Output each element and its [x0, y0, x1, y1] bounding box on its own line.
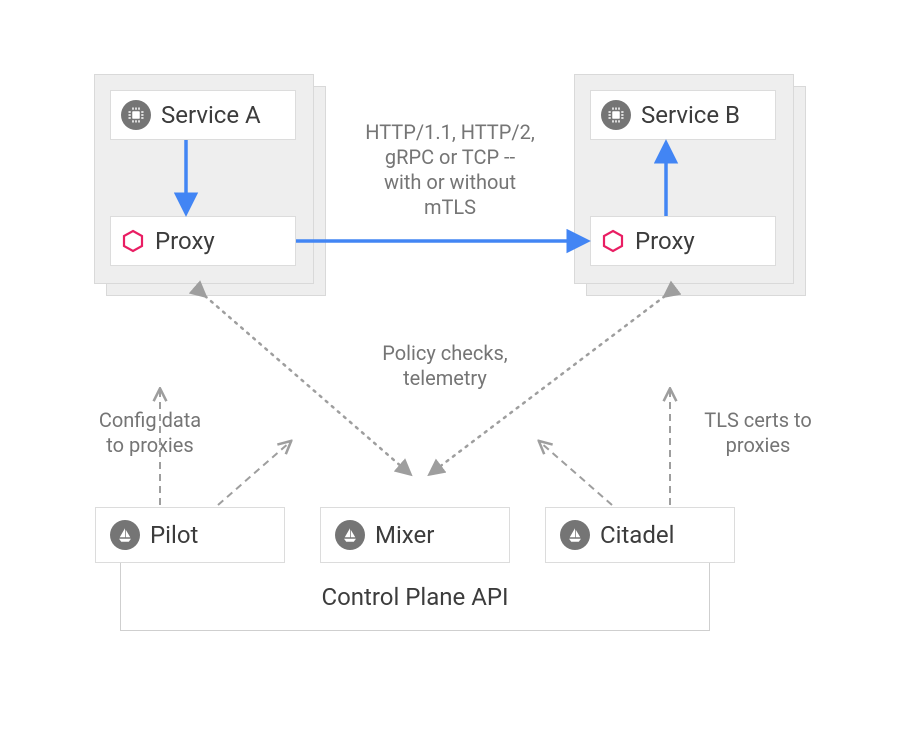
mixer-box: Mixer: [320, 507, 510, 563]
policy-line: Policy checks,: [382, 341, 507, 365]
service-b-box: Service B: [590, 90, 776, 140]
tls-line: TLS certs to: [704, 408, 811, 432]
protocols-line: mTLS: [424, 195, 476, 219]
citadel-box: Citadel: [545, 507, 735, 563]
sail-icon: [560, 520, 590, 550]
pilot-box: Pilot: [95, 507, 285, 563]
hexagon-icon: [121, 229, 145, 253]
proxy-a-label: Proxy: [155, 227, 215, 255]
protocols-line: HTTP/1.1, HTTP/2,: [365, 120, 535, 144]
chip-icon: [121, 100, 151, 130]
citadel-label: Citadel: [600, 521, 674, 549]
control-plane-api-label: Control Plane API: [321, 583, 508, 611]
policy-line: telemetry: [403, 366, 487, 390]
mixer-label: Mixer: [375, 521, 434, 549]
arrow-citadel-proxya: [540, 442, 612, 505]
protocols-annotation: HTTP/1.1, HTTP/2, gRPC or TCP -- with or…: [350, 120, 550, 220]
service-b-label: Service B: [641, 101, 740, 129]
pilot-label: Pilot: [150, 521, 198, 549]
service-a-label: Service A: [161, 101, 261, 129]
sail-icon: [335, 520, 365, 550]
arrow-pilot-proxyb: [218, 442, 290, 505]
sail-icon: [110, 520, 140, 550]
diagram-stage: Service A Proxy Service B: [0, 0, 911, 729]
protocols-line: gRPC or TCP --: [385, 145, 515, 169]
policy-annotation: Policy checks, telemetry: [350, 341, 540, 391]
protocols-line: with or without: [384, 170, 516, 194]
service-a-box: Service A: [110, 90, 296, 140]
control-plane-api-box: Control Plane API: [120, 563, 710, 631]
proxy-b-box: Proxy: [590, 216, 776, 266]
proxy-a-box: Proxy: [110, 216, 296, 266]
hexagon-icon: [601, 229, 625, 253]
tls-line: proxies: [726, 433, 791, 457]
config-annotation: Config data to proxies: [80, 408, 220, 458]
tls-annotation: TLS certs to proxies: [688, 408, 828, 458]
config-line: Config data: [99, 408, 201, 432]
config-line: to proxies: [106, 433, 193, 457]
proxy-b-label: Proxy: [635, 227, 695, 255]
chip-icon: [601, 100, 631, 130]
